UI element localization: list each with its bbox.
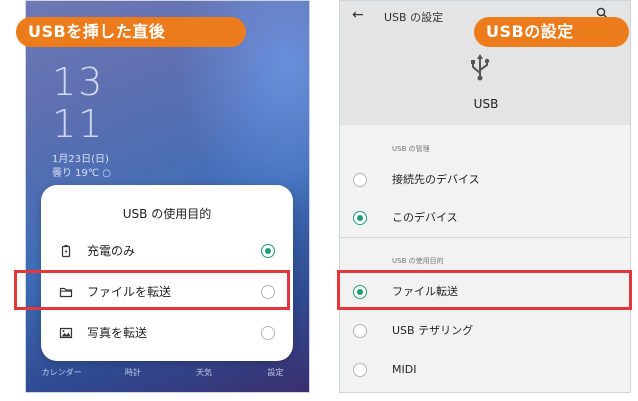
- dialog-title: USB の使用目的: [122, 207, 212, 221]
- option-label: このデバイス: [392, 211, 458, 224]
- lockscreen-weather: 曇り 19℃ ○: [52, 168, 112, 179]
- lockscreen-clock: 13 11: [52, 61, 104, 145]
- dock-app-settings[interactable]: 設定: [245, 367, 305, 387]
- section-divider: [340, 237, 630, 238]
- left-phone-screen: 13 11 1月23日(日) 曇り 19℃ ○ カレンダー 時計 天気 設定 U…: [25, 0, 310, 393]
- radio-selected[interactable]: [353, 211, 367, 225]
- lockscreen-date: 1月23日(日): [52, 154, 109, 165]
- battery-icon: [61, 245, 71, 258]
- usb-icon: [471, 54, 490, 81]
- screenshot-comparison: 13 11 1月23日(日) 曇り 19℃ ○ カレンダー 時計 天気 設定 U…: [0, 0, 638, 401]
- section-header-usb-purpose: USB の使用目的: [392, 257, 444, 265]
- option-midi[interactable]: MIDI: [340, 351, 630, 389]
- radio-unselected[interactable]: [261, 326, 275, 340]
- option-label: 充電のみ: [87, 244, 136, 258]
- dock-app-clock[interactable]: 時計: [103, 367, 163, 387]
- option-label: 接続先のデバイス: [392, 173, 480, 186]
- option-label: USB テザリング: [392, 324, 474, 337]
- photo-icon: [59, 327, 73, 339]
- radio-unselected[interactable]: [353, 173, 367, 187]
- radio-unselected[interactable]: [353, 363, 367, 377]
- option-photo-transfer[interactable]: 写真を転送: [41, 315, 293, 351]
- option-connected-device[interactable]: 接続先のデバイス: [340, 161, 630, 199]
- radio-unselected[interactable]: [353, 324, 367, 338]
- caption-badge-after-plugging: USBを挿した直後: [16, 17, 246, 47]
- option-label: MIDI: [392, 363, 417, 376]
- option-usb-tethering[interactable]: USB テザリング: [340, 312, 630, 350]
- usb-label: USB: [473, 97, 499, 111]
- highlight-file-transfer-right: [337, 270, 632, 310]
- option-this-device[interactable]: このデバイス: [340, 199, 630, 237]
- caption-badge-usb-settings: USBの設定: [474, 17, 629, 47]
- radio-selected[interactable]: [261, 244, 275, 258]
- dock-app-weather[interactable]: 天気: [174, 367, 234, 387]
- app-dock: カレンダー 時計 天気 設定: [26, 367, 309, 387]
- option-label: 写真を転送: [87, 326, 148, 340]
- back-arrow-icon[interactable]: ←: [352, 7, 364, 23]
- clock-hour: 13: [52, 60, 105, 104]
- highlight-file-transfer-left: [14, 270, 290, 310]
- dock-app-calendar[interactable]: カレンダー: [32, 367, 92, 387]
- option-charge-only[interactable]: 充電のみ: [41, 233, 293, 269]
- clock-minute: 11: [52, 102, 105, 146]
- right-phone-screen: ← USB の設定 USB USB の管理 接続先のデバイス このデバイス US…: [339, 0, 631, 393]
- section-header-usb-management: USB の管理: [392, 145, 430, 153]
- page-title: USB の設定: [384, 11, 444, 24]
